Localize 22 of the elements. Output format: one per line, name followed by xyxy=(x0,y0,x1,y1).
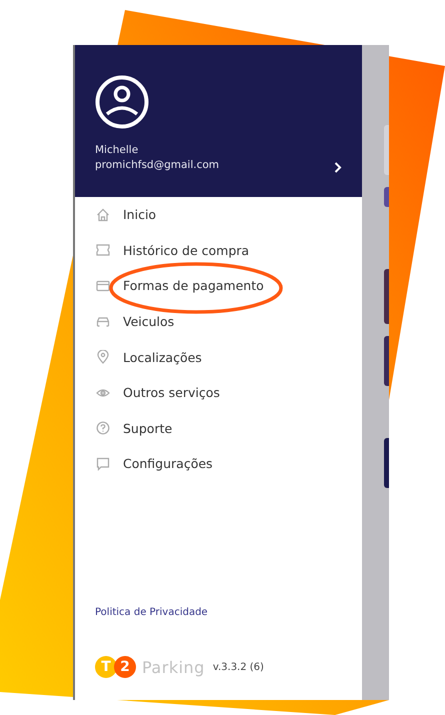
menu-item[interactable]: Veiculos xyxy=(75,304,362,340)
car-icon xyxy=(96,314,110,329)
user-name: Michelle xyxy=(95,143,140,158)
menu-item[interactable]: Localizações xyxy=(75,339,362,375)
card-icon xyxy=(96,278,110,293)
menu-item[interactable]: Inicio xyxy=(75,197,362,233)
privacy-policy-link[interactable]: Politica de Privacidade xyxy=(95,607,362,618)
app-version: v.3.3.2 (6) xyxy=(212,662,264,672)
chat-icon xyxy=(96,456,110,471)
menu-item[interactable]: Configurações xyxy=(75,446,362,482)
pin-icon xyxy=(96,350,110,364)
help-icon xyxy=(96,421,110,436)
chevron-right-icon[interactable] xyxy=(334,162,342,173)
menu-item[interactable]: Suporte xyxy=(75,410,362,446)
menu-item[interactable]: Histórico de compra xyxy=(75,232,362,268)
avatar-icon xyxy=(95,75,149,129)
ticket-icon xyxy=(96,243,110,258)
menu-item[interactable]: Outros serviços xyxy=(75,374,362,411)
home-icon xyxy=(96,208,110,222)
user-email: promichfsd@gmail.com xyxy=(95,158,220,173)
app-logo: T 2 Parking xyxy=(95,656,205,678)
menu-item[interactable]: Formas de pagamento xyxy=(75,268,362,304)
